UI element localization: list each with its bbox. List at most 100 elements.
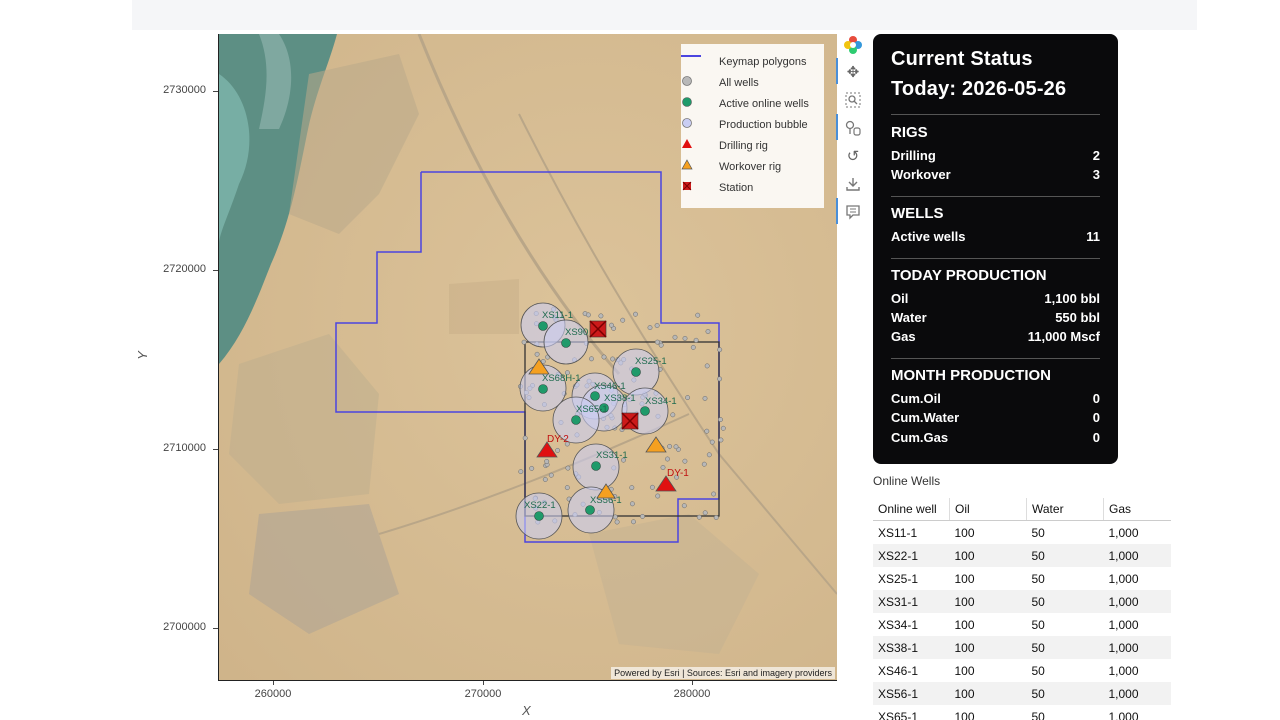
hover-icon[interactable]	[842, 201, 864, 223]
column-header[interactable]: Gas	[1103, 498, 1171, 521]
column-header[interactable]: Online well	[873, 498, 950, 521]
well-point[interactable]	[705, 329, 711, 334]
active-well[interactable]	[534, 511, 544, 521]
well-point[interactable]	[522, 435, 528, 441]
well-point[interactable]	[718, 417, 723, 423]
active-well[interactable]	[585, 505, 595, 515]
well-point[interactable]	[706, 452, 712, 458]
well-point[interactable]	[681, 503, 687, 509]
active-well[interactable]	[631, 367, 641, 377]
well-point[interactable]	[564, 485, 570, 491]
legend-item-drilling-rig[interactable]: Drilling rig	[681, 138, 768, 154]
well-point[interactable]	[713, 515, 719, 520]
well-point[interactable]	[717, 376, 723, 382]
well-point[interactable]	[631, 519, 636, 525]
well-point[interactable]	[654, 339, 660, 345]
map-canvas[interactable]: XS11-1 XS90 XS25-1 XS68H-1 XS46-1 XS38-1…	[218, 34, 837, 681]
well-point[interactable]	[655, 493, 661, 499]
well-point[interactable]	[629, 485, 635, 491]
column-header[interactable]: Water	[1026, 498, 1104, 521]
well-point[interactable]	[660, 465, 666, 470]
well-point[interactable]	[704, 363, 710, 369]
well-point[interactable]	[682, 335, 688, 341]
well-point[interactable]	[521, 339, 527, 345]
well-point[interactable]	[609, 322, 614, 328]
well-point[interactable]	[534, 351, 540, 357]
active-well[interactable]	[538, 384, 548, 394]
table-row[interactable]: XS11-1 100 50 1,000	[873, 521, 1171, 545]
well-point[interactable]	[695, 312, 701, 318]
well-point[interactable]	[654, 323, 660, 328]
well-point[interactable]	[667, 443, 673, 449]
well-point[interactable]	[718, 437, 724, 443]
well-point[interactable]	[682, 458, 688, 464]
well-point[interactable]	[614, 519, 620, 525]
well-point[interactable]	[665, 456, 670, 462]
well-point[interactable]	[647, 325, 653, 331]
well-point[interactable]	[701, 461, 707, 467]
well-point[interactable]	[544, 458, 550, 464]
well-point[interactable]	[610, 356, 616, 362]
legend-item-station[interactable]: Station	[681, 180, 753, 196]
column-header[interactable]: Oil	[949, 498, 1027, 521]
well-point[interactable]	[704, 428, 710, 434]
station-marker[interactable]	[589, 320, 607, 338]
well-point[interactable]	[542, 477, 548, 482]
table-row[interactable]: XS22-1 100 50 1,000	[873, 544, 1171, 567]
active-well[interactable]	[538, 321, 548, 331]
well-point[interactable]	[696, 514, 702, 520]
table-row[interactable]: XS46-1 100 50 1,000	[873, 659, 1171, 682]
online-wells-table[interactable]: Online well Oil Water Gas XS11-1 100 50 1,0…	[873, 498, 1171, 720]
well-point[interactable]	[629, 501, 635, 507]
reset-icon[interactable]: ↺	[842, 145, 864, 167]
table-row[interactable]: XS65-1 100 50 1,000	[873, 705, 1171, 720]
well-point[interactable]	[601, 354, 607, 360]
well-point[interactable]	[711, 491, 717, 497]
well-point[interactable]	[720, 425, 726, 431]
table-row[interactable]: XS38-1 100 50 1,000	[873, 636, 1171, 659]
legend-item-active-wells[interactable]: Active online wells	[681, 96, 809, 112]
wheel-zoom-icon[interactable]	[842, 117, 864, 139]
well-point[interactable]	[529, 465, 535, 471]
well-point[interactable]	[598, 313, 604, 319]
bokeh-logo-icon[interactable]	[842, 34, 864, 56]
well-point[interactable]	[670, 412, 676, 418]
active-well[interactable]	[590, 391, 600, 401]
well-point[interactable]	[555, 447, 561, 453]
table-row[interactable]: XS31-1 100 50 1,000	[873, 590, 1171, 613]
table-row[interactable]: XS34-1 100 50 1,000	[873, 613, 1171, 636]
well-point[interactable]	[693, 337, 699, 343]
well-point[interactable]	[658, 342, 664, 348]
well-point[interactable]	[633, 311, 638, 317]
pan-icon[interactable]: ✥	[842, 61, 864, 83]
active-well[interactable]	[561, 338, 571, 348]
well-point[interactable]	[702, 510, 708, 516]
legend-item-production-bubble[interactable]: Production bubble	[681, 117, 808, 133]
well-point[interactable]	[690, 344, 696, 350]
well-point[interactable]	[717, 347, 723, 353]
table-row[interactable]: XS56-1 100 50 1,000	[873, 682, 1171, 705]
active-well[interactable]	[591, 461, 601, 471]
save-icon[interactable]	[842, 173, 864, 195]
well-point[interactable]	[589, 356, 594, 362]
well-point[interactable]	[548, 472, 554, 478]
box-zoom-icon[interactable]	[842, 89, 864, 111]
well-point[interactable]	[672, 334, 678, 340]
well-point[interactable]	[702, 395, 708, 401]
well-point[interactable]	[649, 484, 655, 490]
well-point[interactable]	[640, 513, 645, 519]
legend-item-all-wells[interactable]: All wells	[681, 75, 759, 91]
well-point[interactable]	[685, 395, 691, 401]
legend-item-workover-rig[interactable]: Workover rig	[681, 159, 781, 175]
well-point[interactable]	[518, 469, 524, 475]
station-marker[interactable]	[621, 412, 639, 430]
well-point[interactable]	[620, 317, 626, 323]
table-row[interactable]: XS25-1 100 50 1,000	[873, 567, 1171, 590]
legend-item-keymap[interactable]: Keymap polygons	[681, 54, 806, 70]
well-point[interactable]	[673, 444, 679, 450]
active-well[interactable]	[640, 406, 650, 416]
well-point[interactable]	[709, 439, 715, 445]
well-point[interactable]	[565, 465, 571, 471]
well-point[interactable]	[585, 312, 591, 318]
active-well[interactable]	[571, 415, 581, 425]
